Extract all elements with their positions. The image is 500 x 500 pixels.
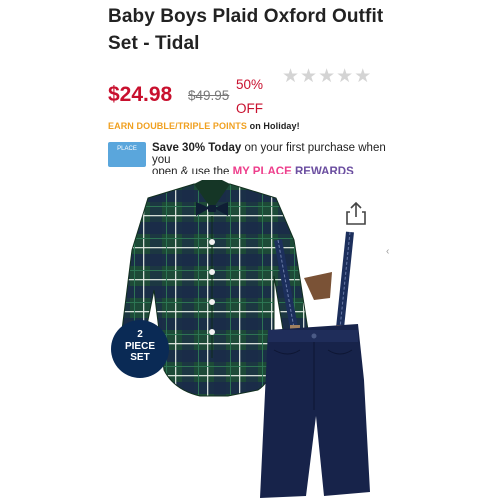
star-icon: ★ [300, 66, 318, 87]
rating-stars[interactable]: ★ ★ ★ ★ ★ [282, 66, 371, 88]
star-icon: ★ [336, 66, 354, 87]
promo-bold: Save 30% Today [152, 142, 242, 154]
sale-price: $24.98 [108, 83, 173, 106]
star-icon: ★ [282, 66, 300, 87]
original-price: $49.95 [188, 88, 230, 103]
star-icon: ★ [354, 66, 372, 87]
points-holiday-text: on Holiday! [249, 121, 300, 131]
points-earn-text: EARN DOUBLE/TRIPLE POINTS [108, 121, 248, 131]
rewards-link-2[interactable]: REWARDS [295, 166, 354, 174]
side-arrow-icon[interactable]: ‹ [386, 246, 389, 257]
rewards-link-1[interactable]: MY PLACE [233, 166, 292, 174]
two-piece-set-badge: 2 PIECE SET [111, 320, 169, 378]
promo-line2: open & use the [152, 166, 233, 174]
rewards-promo-text[interactable]: Save 30% Today on your first purchase wh… [152, 142, 392, 174]
discount-label: 50% OFF [236, 77, 264, 116]
navy-pants [260, 324, 370, 498]
points-promo: EARN DOUBLE/TRIPLE POINTS on Holiday! [108, 121, 300, 131]
rewards-card-logo: PLACE [108, 142, 146, 167]
product-title: Baby Boys Plaid Oxford Outfit Set - Tida… [108, 6, 384, 54]
product-page: Baby Boys Plaid Oxford Outfit Set - Tida… [98, 0, 402, 500]
star-icon: ★ [318, 66, 336, 87]
share-icon[interactable] [342, 200, 370, 228]
